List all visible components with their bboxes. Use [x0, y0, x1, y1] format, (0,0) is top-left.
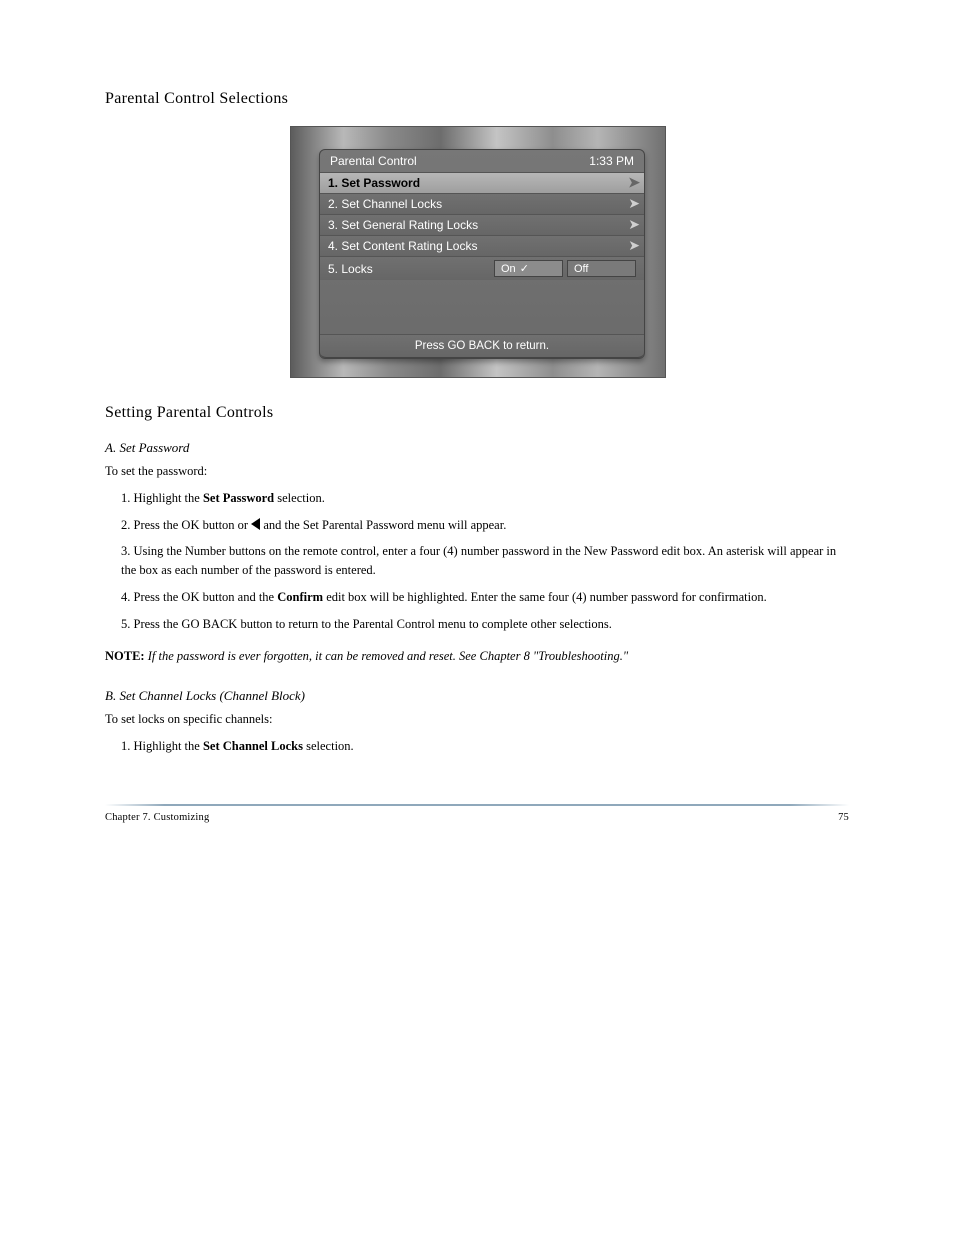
note-label: NOTE: — [105, 649, 145, 663]
osd-item-locks-toggle[interactable]: 5. Locks On ✓ Off — [320, 257, 644, 280]
osd-item-label: Set Content Rating Locks — [341, 239, 477, 253]
osd-menu-list: 1. Set Password ➤ 2. Set Channel Locks ➤… — [320, 173, 644, 280]
osd-item-set-password[interactable]: 1. Set Password ➤ — [320, 173, 644, 194]
tv-screenshot: Parental Control 1:33 PM 1. Set Password… — [290, 126, 666, 378]
osd-footer-hint: Press GO BACK to return. — [320, 334, 644, 358]
osd-item-label: Set Password — [341, 176, 420, 190]
osd-item-num: 5. — [328, 262, 338, 276]
osd-item-num: 2. — [328, 197, 338, 211]
note-body: If the password is ever forgotten, it ca… — [145, 649, 628, 663]
step-b-heading: B. Set Channel Locks (Channel Block) — [105, 688, 849, 704]
toggle-off-label: Off — [574, 263, 588, 275]
chevron-right-icon: ➤ — [628, 195, 640, 212]
footer-page-number: 75 — [838, 812, 849, 823]
step-a-lead: To set the password: — [105, 462, 849, 481]
step-a-5: 5. Press the GO BACK button to return to… — [105, 615, 849, 634]
osd-item-set-general-rating-locks[interactable]: 3. Set General Rating Locks ➤ — [320, 215, 644, 236]
osd-title: Parental Control — [330, 154, 417, 168]
osd-item-label: Locks — [341, 262, 372, 276]
chevron-right-icon: ➤ — [628, 174, 640, 191]
osd-item-label: Set Channel Locks — [341, 197, 442, 211]
step-a-heading: A. Set Password — [105, 440, 849, 456]
step-a-2: 2. Press the OK button or and the Set Pa… — [105, 516, 849, 535]
note-block: NOTE: If the password is ever forgotten,… — [105, 647, 849, 666]
heading-setting-parental-controls: Setting Parental Controls — [105, 404, 849, 422]
step-a-4: 4. Press the OK button and the Confirm e… — [105, 588, 849, 607]
footer-chapter: Chapter 7. Customizing — [105, 812, 209, 823]
osd-item-num: 4. — [328, 239, 338, 253]
osd-item-num: 1. — [328, 176, 338, 190]
section-heading-parental-control-selections: Parental Control Selections — [105, 90, 849, 108]
chevron-right-icon: ➤ — [628, 237, 640, 254]
step-b-lead: To set locks on specific channels: — [105, 710, 849, 729]
osd-item-set-content-rating-locks[interactable]: 4. Set Content Rating Locks ➤ — [320, 236, 644, 257]
toggle-on-label: On — [501, 263, 516, 275]
figure-parental-control-osd: Parental Control 1:33 PM 1. Set Password… — [290, 126, 664, 378]
chevron-right-icon: ➤ — [628, 216, 640, 233]
toggle-off[interactable]: Off — [567, 260, 636, 277]
osd-item-label: Set General Rating Locks — [341, 218, 478, 232]
osd-clock: 1:33 PM — [589, 154, 634, 168]
osd-panel: Parental Control 1:33 PM 1. Set Password… — [319, 149, 645, 359]
osd-item-set-channel-locks[interactable]: 2. Set Channel Locks ➤ — [320, 194, 644, 215]
step-b-1: 1. Highlight the Set Channel Locks selec… — [105, 737, 849, 756]
toggle-on[interactable]: On ✓ — [494, 260, 563, 277]
footer-rule — [105, 804, 849, 806]
step-a-3: 3. Using the Number buttons on the remot… — [105, 542, 849, 580]
arrow-left-icon — [251, 518, 260, 530]
step-a-1: 1. Highlight the Set Password selection. — [105, 489, 849, 508]
check-icon: ✓ — [520, 262, 529, 275]
osd-item-num: 3. — [328, 218, 338, 232]
